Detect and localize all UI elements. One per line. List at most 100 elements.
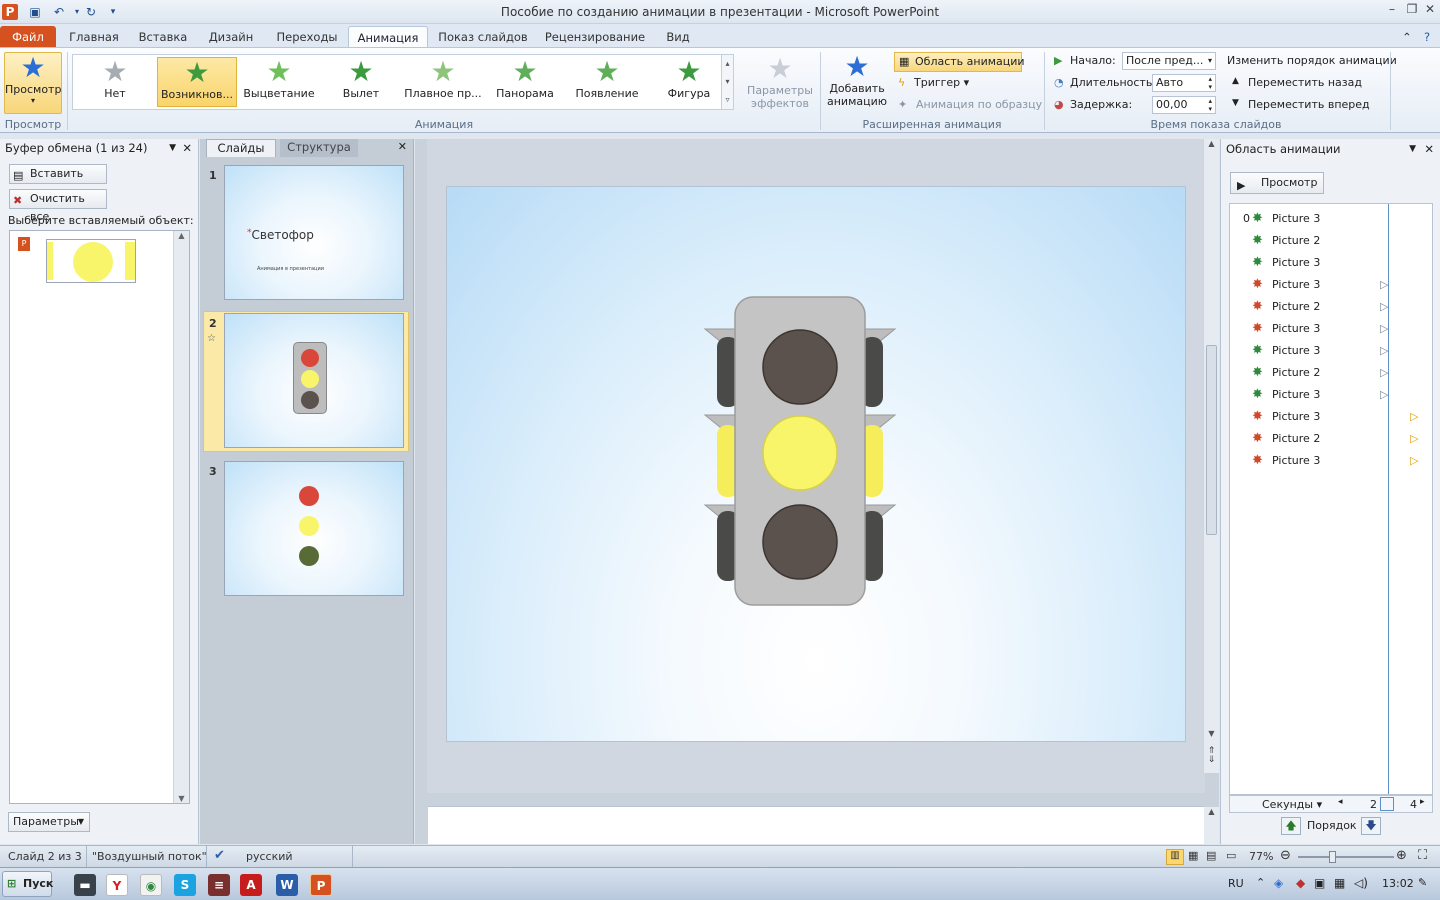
animation-list-item[interactable]: ✸ Picture 3 ▷ (1230, 318, 1430, 340)
tab-slides[interactable]: Слайды (206, 139, 276, 157)
tab-insert[interactable]: Вставка (134, 26, 192, 48)
timeline-thumb[interactable] (1380, 797, 1394, 811)
tab-animations[interactable]: Анимация (348, 26, 428, 48)
skype-icon[interactable]: S (174, 874, 196, 896)
paste-all-button[interactable]: ▤ Вставить все (9, 164, 107, 198)
pane-menu-icon[interactable]: ▼ (1409, 140, 1416, 158)
scroll-up-icon[interactable]: ▲ (174, 231, 189, 240)
notes-area[interactable] (428, 806, 1204, 844)
tray-printer-icon[interactable]: ▣ (1314, 876, 1325, 890)
archiver-icon[interactable]: ≡ (208, 874, 230, 896)
delay-field[interactable]: 00,00 ▴ ▾ (1152, 96, 1216, 114)
zoom-thumb[interactable] (1329, 851, 1336, 863)
close-button[interactable]: ✕ (1420, 2, 1440, 20)
close-icon[interactable]: ✕ (1424, 140, 1434, 158)
move-back-button[interactable]: ▲ Переместить назад (1232, 76, 1362, 89)
scroll-up-icon[interactable]: ▲ (1204, 807, 1219, 816)
scroll-thumb[interactable] (1206, 345, 1217, 535)
gallery-item-split[interactable]: ★ Панорама (485, 57, 565, 107)
chrome-icon[interactable]: ◉ (140, 874, 162, 896)
slide-thumbnail-2[interactable] (224, 313, 404, 448)
powerpoint-task-icon[interactable]: P (310, 874, 332, 896)
gallery-item-none[interactable]: ★ Нет (75, 57, 155, 107)
desktop-icon[interactable]: ▬ (74, 874, 96, 896)
animation-painter-button[interactable]: ✦ Анимация по образцу (898, 98, 1042, 111)
effect-params-button[interactable]: ★ Параметры эффектов (744, 54, 816, 111)
slide-thumbnail-3[interactable] (224, 461, 404, 596)
params-button[interactable]: Параметры ▼ (8, 812, 90, 832)
ribbon-minimize-icon[interactable]: ⌃ (1398, 26, 1416, 48)
scroll-down-icon[interactable]: ▼ (1204, 729, 1219, 738)
duration-field[interactable]: Авто ▴ ▾ (1152, 74, 1216, 92)
clipboard-scrollbar[interactable]: ▲ ▼ (173, 231, 189, 803)
pdf-reader-icon[interactable]: A (240, 874, 262, 896)
clear-all-button[interactable]: ✖ Очистить все (9, 189, 107, 223)
yandex-browser-icon[interactable]: Y (106, 874, 128, 896)
prev-next-slide-icon[interactable]: ⇑ ⇓ (1204, 747, 1219, 765)
zoom-level[interactable]: 77% (1249, 850, 1273, 863)
close-icon[interactable]: ✕ (182, 139, 192, 157)
tab-design[interactable]: Дизайн (202, 26, 260, 48)
animation-list-item[interactable]: ✸ Picture 3 ▷ (1230, 450, 1430, 472)
network-icon[interactable]: ▦ (1334, 876, 1345, 890)
editor-scrollbar[interactable]: ▲ ▼ ⇑ ⇓ (1203, 139, 1219, 773)
gallery-item-fly-in[interactable]: ★ Вылет (321, 57, 401, 107)
language-indicator[interactable]: русский (246, 850, 293, 863)
animation-list-item[interactable]: 0 ✸ Picture 3 (1230, 208, 1430, 230)
slide[interactable] (446, 186, 1186, 742)
zoom-out-icon[interactable]: ◂ (1338, 797, 1343, 807)
spellcheck-icon[interactable]: ✔ (214, 848, 225, 863)
restore-button[interactable]: ❐ (1402, 2, 1422, 20)
seconds-dropdown[interactable]: Секунды ▾ (1262, 798, 1322, 811)
tab-slideshow[interactable]: Показ слайдов (436, 26, 530, 48)
slideshow-icon[interactable]: ▭ (1226, 849, 1236, 862)
gallery-item-appear[interactable]: ★ Возникнов... (157, 57, 237, 107)
traffic-light[interactable] (447, 187, 1187, 743)
start-button[interactable]: ⊞ Пуск (2, 871, 53, 897)
preview-button[interactable]: ★ Просмотр ▾ (4, 52, 62, 114)
tray-expand-icon[interactable]: ⌃ (1256, 876, 1265, 889)
normal-view-icon[interactable]: ▥ (1166, 849, 1184, 865)
clock[interactable]: 13:02 (1382, 877, 1414, 890)
zoom-slider[interactable] (1298, 856, 1394, 858)
gallery-item-shape[interactable]: ★ Фигура (649, 57, 729, 107)
zoom-in-icon[interactable]: ⊕ (1396, 848, 1407, 863)
tab-review[interactable]: Рецензирование (540, 26, 650, 48)
animation-list-item[interactable]: ✸ Picture 3 ▷ (1230, 274, 1430, 296)
animation-list-item[interactable]: ✸ Picture 2 ▷ (1230, 362, 1430, 384)
scroll-up-icon[interactable]: ▲ (1204, 139, 1219, 148)
scroll-down-icon[interactable]: ▼ (174, 794, 189, 803)
move-forward-button[interactable]: ▼ Переместить вперед (1232, 98, 1370, 111)
word-icon[interactable]: W (276, 874, 298, 896)
animation-list-item[interactable]: ✸ Picture 3 ▷ (1230, 406, 1430, 428)
zoom-out-icon[interactable]: ⊖ (1280, 848, 1291, 863)
tab-transitions[interactable]: Переходы (272, 26, 342, 48)
play-button[interactable]: ▶ Просмотр (1230, 172, 1324, 194)
animation-list-item[interactable]: ✸ Picture 2 ▷ (1230, 428, 1430, 450)
add-animation-button[interactable]: ★ Добавить анимацию (824, 52, 890, 109)
minimize-button[interactable]: – (1382, 2, 1402, 20)
reading-view-icon[interactable]: ▤ (1206, 849, 1216, 862)
animation-list-item[interactable]: ✸ Picture 3 ▷ (1230, 340, 1430, 362)
gallery-item-float-in[interactable]: ★ Плавное пр... (403, 57, 483, 107)
help-icon[interactable]: ? (1418, 26, 1436, 48)
gallery-item-fade[interactable]: ★ Выцветание (239, 57, 319, 107)
move-down-button[interactable]: 🡇 (1361, 817, 1381, 835)
move-up-button[interactable]: 🡅 (1281, 817, 1301, 835)
gallery-item-wipe[interactable]: ★ Появление (567, 57, 647, 107)
animation-list-item[interactable]: ✸ Picture 3 ▷ (1230, 384, 1430, 406)
trigger-button[interactable]: ϟ Триггер ▾ (898, 76, 969, 89)
slide-sorter-icon[interactable]: ▦ (1188, 849, 1198, 862)
pane-menu-icon[interactable]: ▼ (169, 139, 176, 157)
animation-list-item[interactable]: ✸ Picture 2 (1230, 230, 1430, 252)
animation-list-item[interactable]: ✸ Picture 2 ▷ (1230, 296, 1430, 318)
tab-home[interactable]: Главная (62, 26, 126, 48)
zoom-in-icon[interactable]: ▸ (1420, 797, 1425, 807)
animation-pane-button[interactable]: ▦ Область анимации (894, 52, 1025, 72)
clipboard-item[interactable] (46, 239, 136, 283)
animation-list-item[interactable]: ✸ Picture 3 (1230, 252, 1430, 274)
fit-to-window-icon[interactable]: ⛶ (1418, 848, 1427, 863)
slide-thumbnail-1[interactable]: *Светофор Анимация в презентации (224, 165, 404, 300)
show-desktop-icon[interactable]: ✎ (1418, 876, 1427, 889)
tray-antivirus-icon[interactable]: ◆ (1296, 876, 1305, 890)
